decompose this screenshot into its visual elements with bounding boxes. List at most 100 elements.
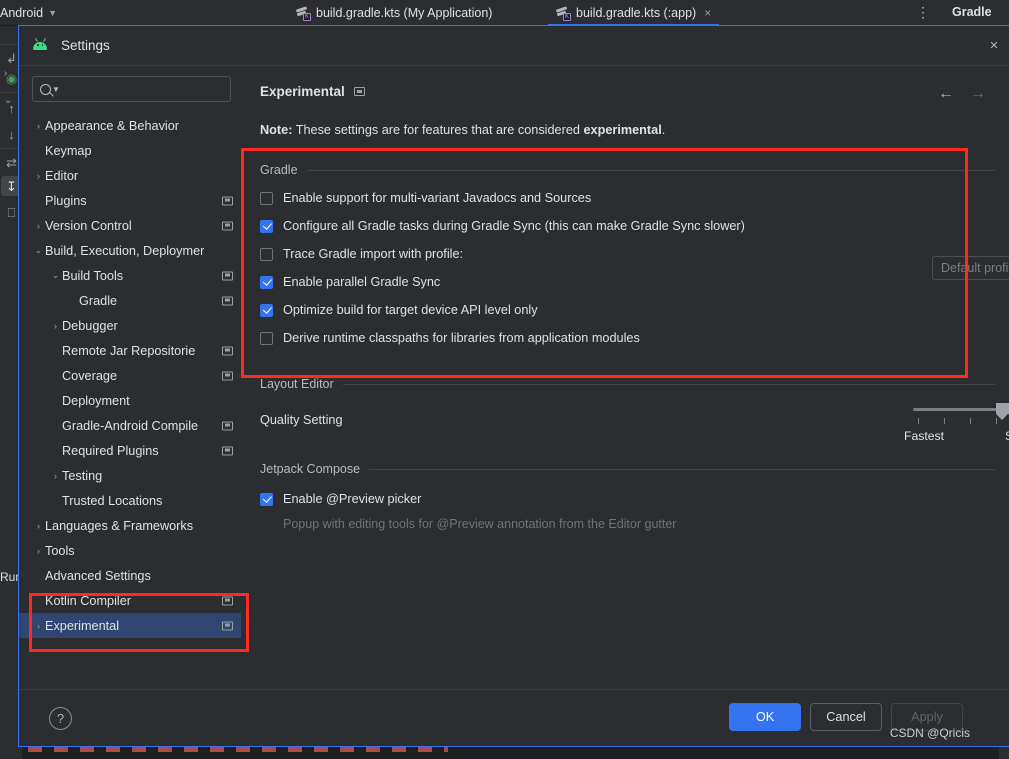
settings-tree-item-label: Testing — [62, 468, 103, 483]
option-configure-all-tasks[interactable]: Configure all Gradle tasks during Gradle… — [260, 213, 1009, 239]
profile-select-value: Default profile — [941, 261, 1009, 275]
settings-tree-item-label: Editor — [45, 168, 79, 183]
slider-min-label: Fastest — [904, 429, 944, 443]
option-parallel-sync[interactable]: Enable parallel Gradle Sync — [260, 269, 1009, 295]
gradle-toolwindow-label[interactable]: Gradle — [952, 5, 992, 19]
ok-button[interactable]: OK — [729, 703, 801, 731]
settings-tree-item-label: Build Tools — [62, 268, 124, 283]
settings-tree-pane: ▼ › Appearance & Behavior Keymap › Editor Plu… — [19, 66, 241, 689]
settings-tree-item-appearance-behavior[interactable]: › Appearance & Behavior — [19, 113, 241, 138]
option-optimize-build[interactable]: Optimize build for target device API lev… — [260, 297, 1009, 323]
settings-tree-item-testing[interactable]: › Testing — [19, 463, 241, 488]
project-settings-icon — [353, 87, 365, 96]
project-settings-icon — [222, 271, 233, 280]
checkbox[interactable] — [260, 275, 273, 289]
chevron-icon[interactable]: › — [32, 121, 45, 131]
search-box[interactable]: ▼ — [32, 76, 231, 102]
chevron-icon[interactable]: › — [32, 546, 45, 556]
settings-tree-item-experimental[interactable]: › Experimental — [19, 613, 241, 638]
project-tree-item[interactable] — [6, 128, 9, 142]
module-selector[interactable]: Android ▼ — [0, 0, 57, 26]
screen: ↲ ◉ ↑ ↓ ⇄ ↧ ⎕ Run › ⌄ ▮ ▮ ▮ Android ▼ K … — [0, 0, 1009, 759]
more-options-icon[interactable]: ⋮ — [916, 4, 930, 21]
settings-tree-item-kotlin-compiler[interactable]: Kotlin Compiler — [19, 588, 241, 613]
chevron-icon[interactable]: › — [49, 471, 62, 481]
cancel-button[interactable]: Cancel — [810, 703, 882, 731]
group-layout-editor: Layout Editor Quality Setting Fastest — [260, 377, 1009, 464]
chevron-icon[interactable]: › — [32, 621, 45, 631]
settings-tree-item-remote-jar-repositorie[interactable]: Remote Jar Repositorie — [19, 338, 241, 363]
search-input[interactable] — [59, 82, 226, 96]
arrow-left-icon[interactable]: ← — [938, 85, 954, 103]
chevron-icon[interactable]: › — [49, 321, 62, 331]
quality-slider[interactable]: Fastest Slowest — [904, 402, 1009, 447]
checkbox[interactable] — [260, 219, 273, 233]
option-multi-variant-javadocs[interactable]: Enable support for multi-variant Javadoc… — [260, 185, 1009, 211]
settings-tree-item-label: Deployment — [62, 393, 130, 408]
project-tree-chevron-1[interactable]: › — [4, 68, 7, 79]
settings-tree-item-languages-frameworks[interactable]: › Languages & Frameworks — [19, 513, 241, 538]
watermark: CSDN @Qricis — [889, 726, 970, 740]
settings-tree-item-label: Appearance & Behavior — [45, 118, 180, 133]
settings-tree-item-version-control[interactable]: › Version Control — [19, 213, 241, 238]
editor-tab-my-application[interactable]: K build.gradle.kts (My Application) — [288, 0, 500, 26]
checkbox[interactable] — [260, 303, 273, 317]
settings-tree-item-trusted-locations[interactable]: Trusted Locations — [19, 488, 241, 513]
arrow-right-icon[interactable]: → — [970, 85, 986, 103]
option-trace-gradle-import[interactable]: Trace Gradle import with profile: — [260, 241, 1009, 267]
option-label: Derive runtime classpaths for libraries … — [283, 331, 640, 345]
settings-tree-item-coverage[interactable]: Coverage — [19, 363, 241, 388]
chevron-down-icon: ▼ — [48, 7, 58, 18]
option-label: Trace Gradle import with profile: — [283, 247, 464, 261]
settings-tree-item-build-execution-deploymer[interactable]: ⌄ Build, Execution, Deploymer — [19, 238, 241, 263]
chevron-icon[interactable]: ⌄ — [49, 270, 62, 281]
project-tree-chevron-2[interactable]: ⌄ — [4, 95, 12, 106]
checkbox[interactable] — [260, 191, 273, 205]
chevron-icon[interactable]: › — [32, 221, 45, 231]
checkbox[interactable] — [260, 331, 273, 345]
settings-tree-item-gradle[interactable]: Gradle — [19, 288, 241, 313]
editor-tab-app[interactable]: K build.gradle.kts (:app) × — [548, 0, 719, 26]
group-gradle: Gradle Enable support for multi-variant … — [260, 163, 1009, 351]
settings-tree-item-required-plugins[interactable]: Required Plugins — [19, 438, 241, 463]
slider-thumb[interactable] — [996, 403, 1009, 420]
help-button[interactable]: ? — [49, 706, 72, 730]
option-enable-preview-picker[interactable]: Enable @Preview picker — [260, 486, 1009, 512]
divider — [342, 383, 995, 385]
chevron-icon[interactable]: › — [32, 171, 45, 181]
settings-tree-item-gradle-android-compile[interactable]: Gradle-Android Compile — [19, 413, 241, 438]
settings-tree-item-label: Coverage — [62, 368, 118, 383]
preview-picker-hint: Popup with editing tools for @Preview an… — [283, 517, 677, 531]
settings-tree-item-label: Required Plugins — [62, 443, 159, 458]
note-emphasis: experimental — [583, 123, 662, 137]
settings-tree[interactable]: › Appearance & Behavior Keymap › Editor Plugi… — [19, 113, 241, 638]
project-settings-icon — [222, 621, 233, 630]
settings-tree-item-debugger[interactable]: › Debugger — [19, 313, 241, 338]
settings-tree-item-deployment[interactable]: Deployment — [19, 388, 241, 413]
chevron-icon[interactable]: › — [32, 521, 45, 531]
experimental-note: Note: These settings are for features th… — [260, 123, 1009, 137]
settings-tree-item-keymap[interactable]: Keymap — [19, 138, 241, 163]
settings-dialog: Settings × ▼ › Appearance & Behavior Keyma… — [18, 25, 1009, 747]
close-icon[interactable]: × — [983, 35, 1005, 57]
project-settings-icon — [222, 446, 233, 455]
chevron-down-icon[interactable]: ▼ — [52, 85, 60, 94]
project-settings-icon — [222, 421, 233, 430]
checkbox[interactable] — [260, 492, 273, 506]
profile-select[interactable]: Default profile ▼ — [932, 256, 1009, 280]
close-icon[interactable]: × — [704, 6, 711, 20]
settings-tree-item-tools[interactable]: › Tools — [19, 538, 241, 563]
settings-tree-item-plugins[interactable]: Plugins — [19, 188, 241, 213]
dialog-title: Settings — [61, 38, 110, 53]
option-label: Optimize build for target device API lev… — [283, 303, 538, 317]
checkbox[interactable] — [260, 247, 273, 261]
option-derive-runtime-classpaths[interactable]: Derive runtime classpaths for libraries … — [260, 325, 1009, 351]
settings-tree-item-advanced-settings[interactable]: Advanced Settings — [19, 563, 241, 588]
divider — [306, 169, 995, 171]
settings-tree-item-label: Gradle — [79, 293, 118, 308]
project-settings-icon — [222, 196, 233, 205]
settings-tree-item-editor[interactable]: › Editor — [19, 163, 241, 188]
option-label: Enable support for multi-variant Javadoc… — [283, 191, 592, 205]
chevron-icon[interactable]: ⌄ — [32, 245, 45, 256]
settings-tree-item-build-tools[interactable]: ⌄ Build Tools — [19, 263, 241, 288]
